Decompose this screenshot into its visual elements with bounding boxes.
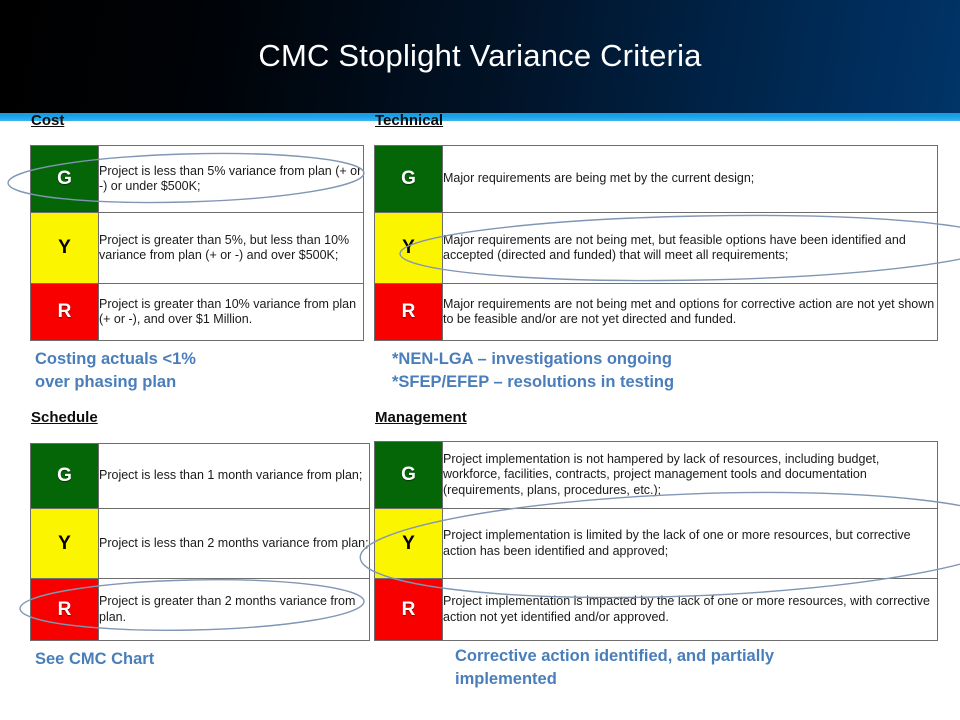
criteria-description: Project implementation is limited by the… [442, 508, 938, 579]
rating-badge-red: R [374, 283, 443, 341]
table-row: R Major requirements are not being met a… [374, 283, 938, 341]
table-row: R Project is greater than 10% variance f… [30, 283, 364, 341]
criteria-description: Major requirements are not being met and… [442, 283, 938, 341]
criteria-table-technical: G Major requirements are being met by th… [374, 145, 938, 341]
slide-canvas: CMC Stoplight Variance Criteria Cost Tec… [0, 0, 960, 720]
criteria-description: Project is less than 5% variance from pl… [98, 145, 364, 213]
table-row: Y Project implementation is limited by t… [374, 508, 938, 579]
rating-badge-green: G [374, 145, 443, 213]
criteria-description: Project is greater than 5%, but less tha… [98, 212, 364, 284]
table-row: R Project implementation is impacted by … [374, 578, 938, 641]
criteria-description: Major requirements are not being met, bu… [442, 212, 938, 284]
annotation-note-technical: *NEN-LGA – investigations ongoing *SFEP/… [392, 350, 675, 391]
table-row: G Project implementation is not hampered… [374, 441, 938, 509]
annotation-note-management: Corrective action identified, and partia… [455, 647, 775, 688]
rating-badge-red: R [374, 578, 443, 641]
header-accent-rule [0, 113, 960, 121]
criteria-description: Project is less than 2 months variance f… [98, 508, 370, 579]
rating-badge-yellow: Y [30, 212, 99, 284]
criteria-table-cost: G Project is less than 5% variance from … [30, 145, 364, 341]
criteria-description: Project is less than 1 month variance fr… [98, 443, 370, 509]
table-row: G Major requirements are being met by th… [374, 145, 938, 213]
table-row: Y Project is less than 2 months variance… [30, 508, 370, 579]
criteria-description: Project is greater than 2 months varianc… [98, 578, 370, 641]
page-title: CMC Stoplight Variance Criteria [258, 38, 702, 73]
rating-badge-red: R [30, 283, 99, 341]
table-row: G Project is less than 5% variance from … [30, 145, 364, 213]
criteria-description: Major requirements are being met by the … [442, 145, 938, 213]
section-heading-management: Management [375, 409, 467, 426]
section-heading-schedule: Schedule [31, 409, 98, 426]
rating-badge-yellow: Y [374, 508, 443, 579]
rating-badge-yellow: Y [374, 212, 443, 284]
rating-badge-green: G [374, 441, 443, 509]
table-row: Y Major requirements are not being met, … [374, 212, 938, 284]
table-row: R Project is greater than 2 months varia… [30, 578, 370, 641]
section-heading-cost: Cost [31, 112, 65, 129]
criteria-description: Project implementation is not hampered b… [442, 441, 938, 509]
rating-badge-red: R [30, 578, 99, 641]
table-row: Y Project is greater than 5%, but less t… [30, 212, 364, 284]
rating-badge-green: G [30, 443, 99, 509]
criteria-description: Project is greater than 10% variance fro… [98, 283, 364, 341]
annotation-note-cost: Costing actuals <1% over phasing plan [35, 350, 196, 391]
rating-badge-yellow: Y [30, 508, 99, 579]
section-heading-technical: Technical [375, 112, 444, 129]
criteria-table-schedule: G Project is less than 1 month variance … [30, 443, 370, 641]
criteria-table-management: G Project implementation is not hampered… [374, 441, 938, 641]
rating-badge-green: G [30, 145, 99, 213]
table-row: G Project is less than 1 month variance … [30, 443, 370, 509]
annotation-note-schedule: See CMC Chart [35, 650, 155, 668]
criteria-description: Project implementation is impacted by th… [442, 578, 938, 641]
